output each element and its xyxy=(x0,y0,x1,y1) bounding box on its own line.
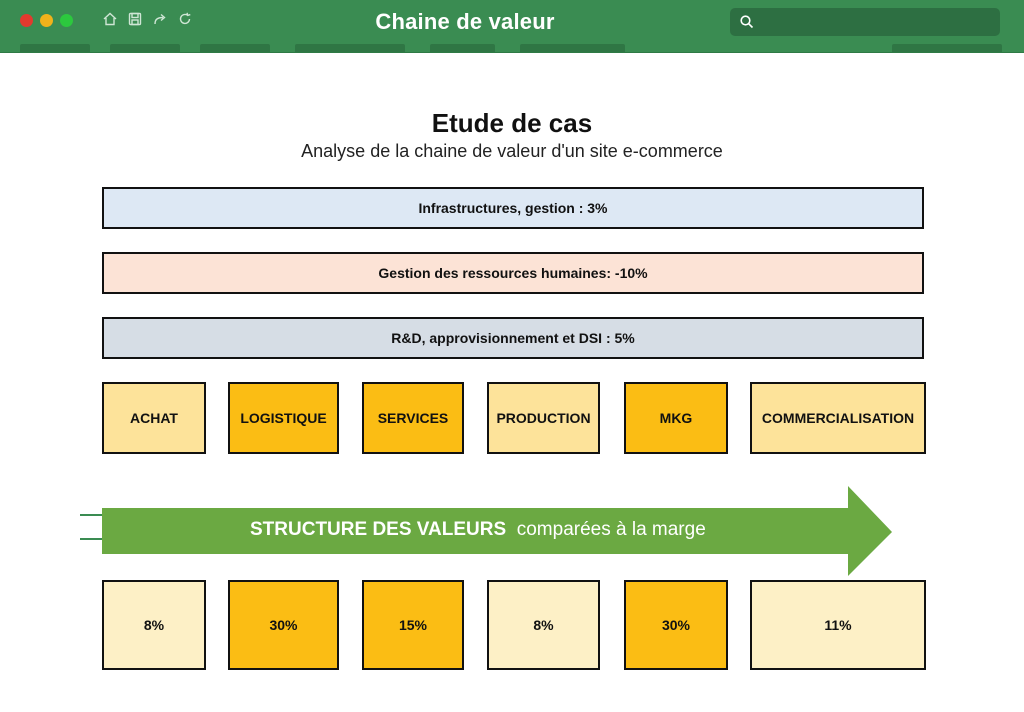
activity-mkg: MKG xyxy=(624,382,728,454)
tab[interactable] xyxy=(110,44,180,52)
activity-logistique: LOGISTIQUE xyxy=(228,382,339,454)
arrow-label-text: comparées à la marge xyxy=(516,519,706,540)
arrow-label: STRUCTURE DES VALEURS comparées à la mar… xyxy=(250,519,706,541)
support-band-infrastructure: Infrastructures, gestion : 3% xyxy=(102,187,924,229)
save-icon[interactable] xyxy=(127,11,143,27)
value-mkg: 30% xyxy=(624,580,728,670)
share-icon[interactable] xyxy=(152,11,168,27)
home-icon[interactable] xyxy=(102,11,118,27)
value-logistique: 30% xyxy=(228,580,339,670)
activity-achat: ACHAT xyxy=(102,382,206,454)
value-production: 8% xyxy=(487,580,600,670)
tab[interactable] xyxy=(520,44,625,52)
diagram-subtitle: Analyse de la chaine de valeur d'un site… xyxy=(301,141,723,161)
maximize-window-button[interactable] xyxy=(60,14,73,27)
activity-commercialisation: COMMERCIALISATION xyxy=(750,382,926,454)
tab[interactable] xyxy=(200,44,270,52)
diagram-title: Etude de cas xyxy=(431,108,593,138)
tab[interactable] xyxy=(295,44,405,52)
activity-services: SERVICES xyxy=(362,382,464,454)
tab[interactable] xyxy=(430,44,495,52)
minimize-window-button[interactable] xyxy=(40,14,53,27)
arrow-label-bold: STRUCTURE DES VALEURS xyxy=(250,519,507,540)
close-window-button[interactable] xyxy=(20,14,33,27)
activity-production: PRODUCTION xyxy=(487,382,600,454)
search-icon xyxy=(740,15,754,29)
value-services: 15% xyxy=(362,580,464,670)
tab[interactable] xyxy=(892,44,1002,52)
value-achat: 8% xyxy=(102,580,206,670)
title-bar: Chaine de valeur xyxy=(0,0,1024,53)
search-input[interactable] xyxy=(730,8,1000,36)
support-band-hr: Gestion des ressources humaines: -10% xyxy=(102,252,924,294)
window-title: Chaine de valeur xyxy=(375,9,555,34)
support-band-rd: R&D, approvisionnement et DSI : 5% xyxy=(102,317,924,359)
tab[interactable] xyxy=(20,44,90,52)
refresh-icon[interactable] xyxy=(177,11,193,27)
value-commercialisation: 11% xyxy=(750,580,926,670)
